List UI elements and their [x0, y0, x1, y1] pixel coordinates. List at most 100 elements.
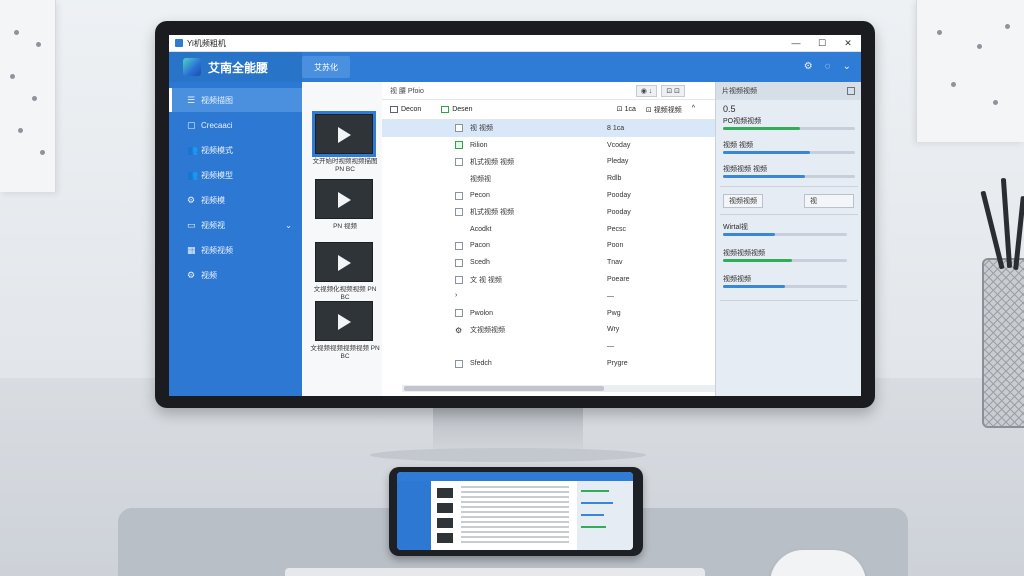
toolbar-item[interactable]: Decon: [390, 106, 421, 113]
table-row[interactable]: Pwolon Pwg: [382, 305, 756, 322]
table-row[interactable]: Sfedch Prygre: [382, 355, 756, 372]
maximize-button[interactable]: ☐: [809, 38, 835, 49]
sidebar-item[interactable]: ▭ 视频视 ⌄: [169, 213, 302, 237]
sidebar: ☰ 视频描图 ▢ Crecaaci 👥 视频模式 👥 视频模型 ⚙ 视频模 ▭ 视频视 ⌄ ▦ 视频视频 ⚙ 视…: [169, 82, 302, 396]
toolbar-item[interactable]: Desen: [441, 106, 472, 113]
table-row[interactable]: › —: [382, 288, 756, 305]
file-name: 视频视: [470, 175, 491, 183]
video-thumbnail[interactable]: [315, 179, 373, 219]
file-name: 机式视频 视频: [470, 158, 514, 166]
video-thumbnail[interactable]: [312, 111, 376, 157]
file-name: 视 视频: [470, 125, 493, 133]
brand: 艾南全能腰: [169, 52, 302, 82]
phone-thumbnail: [437, 533, 453, 543]
phone-header: [397, 472, 633, 481]
file-status: Prygre: [607, 360, 628, 368]
sidebar-item[interactable]: ⚙ 视频模: [169, 188, 302, 212]
progress-bar: [723, 127, 855, 130]
chevron-down-icon[interactable]: ⌄: [843, 60, 851, 74]
panel-header: 片视频视频: [716, 82, 861, 100]
table-row[interactable]: 视 视频 8 1ca: [382, 120, 760, 137]
file-list-panel: 视 腰 Pfoio ◉ ↓ ⊡ ⊡ Decon Desen ⊡ 1ca ⊡ 视频…: [382, 82, 782, 396]
toolbar-right-item[interactable]: ⊡ 视频视频: [646, 105, 682, 115]
sidebar-item[interactable]: ▦ 视频视频: [169, 238, 302, 262]
sort-button[interactable]: ◉ ↓: [635, 84, 658, 97]
toolbar-right-item[interactable]: ⊡ 1ca: [617, 105, 636, 115]
thumbnail-caption: 文视频视频视频视频 PN BC: [310, 345, 380, 360]
task-label: 视频视频: [723, 276, 751, 283]
logo-icon: [183, 58, 201, 76]
panel-divider: [720, 186, 858, 187]
file-status: Pecsc: [607, 225, 627, 233]
progress-bar: [723, 285, 847, 288]
file-name: Sfedch: [470, 360, 492, 368]
file-status: —: [607, 292, 614, 300]
pencil-cup: [982, 258, 1024, 428]
panel-dropdown[interactable]: 视: [804, 194, 854, 208]
table-row[interactable]: 机式视频 视频 Pleday: [382, 154, 756, 171]
scrollbar-thumb[interactable]: [404, 386, 604, 391]
monitor-stand: [433, 405, 583, 453]
close-button[interactable]: ✕: [835, 38, 861, 49]
video-thumbnail[interactable]: [315, 242, 373, 282]
table-row[interactable]: Scedh Tnav: [382, 254, 756, 271]
file-icon: [455, 241, 463, 250]
users-icon: 👥: [187, 144, 199, 155]
panel-button[interactable]: 视频视频: [723, 194, 763, 208]
thumbnail-caption: 文开始时视频视频描图 PN BC: [312, 158, 378, 173]
gear-icon[interactable]: ⚙: [804, 60, 813, 74]
sidebar-item[interactable]: 👥 视频模型: [169, 163, 302, 187]
folder-icon: ▭: [187, 219, 196, 230]
help-icon[interactable]: ◌: [825, 60, 831, 74]
table-row[interactable]: ⚙文视频视频Wry⌄: [382, 322, 756, 339]
progress-fill: [723, 233, 776, 236]
file-status: Rdlb: [607, 175, 622, 183]
sidebar-item[interactable]: ⚙ 视频: [169, 263, 302, 287]
table-row[interactable]: Pacon Poon: [382, 238, 756, 255]
screen: Yi机频粗机 — ☐ ✕ 艾南全能腰 艾苏化 ⚙ ◌ ⌄ ☰ 视频描图 ▢ Creca…: [169, 35, 861, 396]
play-icon: [338, 192, 351, 208]
file-name: Scedh: [470, 259, 490, 267]
table-row[interactable]: Acodkt Pecsc: [382, 221, 756, 238]
sidebar-item[interactable]: ☰ 视频描图: [169, 88, 302, 112]
file-icon: [455, 309, 463, 318]
video-thumbnail[interactable]: [315, 301, 373, 341]
panel-value: 0.5: [723, 104, 736, 114]
collapse-icon[interactable]: ^: [692, 105, 695, 115]
sidebar-item-label: 视频视频: [201, 245, 233, 255]
title-bar: Yi机频粗机 — ☐ ✕: [169, 35, 861, 52]
monitor-stand-base: [370, 448, 646, 462]
progress-fill: [723, 285, 785, 288]
sidebar-item[interactable]: 👥 视频模式: [169, 138, 302, 162]
file-status: Poeare: [607, 276, 630, 284]
task-label: 视频视频视频: [723, 250, 765, 257]
table-row[interactable]: 机式视频 视频Pooday⌄: [382, 204, 756, 221]
keyboard: [285, 568, 705, 576]
split-view-button[interactable]: ⊡ ⊡: [661, 84, 685, 97]
grid-icon: ▦: [187, 244, 196, 255]
file-icon: [455, 157, 463, 166]
minimize-button[interactable]: —: [783, 38, 809, 48]
progress-bar: [723, 175, 855, 178]
pegboard-left: [0, 0, 56, 192]
file-icon: [390, 106, 398, 113]
progress-bar: [723, 233, 847, 236]
header-actions: ⚙ ◌ ⌄: [804, 60, 851, 74]
sidebar-item[interactable]: ▢ Crecaaci: [169, 113, 302, 137]
file-name: Pwolon: [470, 309, 493, 317]
table-row[interactable]: 视频视 Rdlb: [382, 170, 756, 187]
table-row[interactable]: RilionVcoday+: [382, 137, 756, 154]
tab-main[interactable]: 艾苏化: [302, 56, 350, 78]
phone-row: [461, 506, 569, 508]
window-icon[interactable]: [847, 87, 855, 95]
phone-thumbnail: [437, 518, 453, 528]
file-name: 文 视 视频: [470, 276, 502, 284]
phone-row: [461, 501, 569, 503]
thumbnail-caption: 文视频化视频视频 PN BC: [313, 286, 377, 301]
phone: [389, 467, 643, 556]
pegboard-right: [916, 0, 1024, 142]
table-row[interactable]: 文 视 视频Poeare⌄: [382, 271, 756, 288]
table-row[interactable]: Pecon Pooday: [382, 187, 756, 204]
task-label: PO视频视频: [723, 118, 762, 125]
table-row[interactable]: —: [382, 338, 756, 355]
